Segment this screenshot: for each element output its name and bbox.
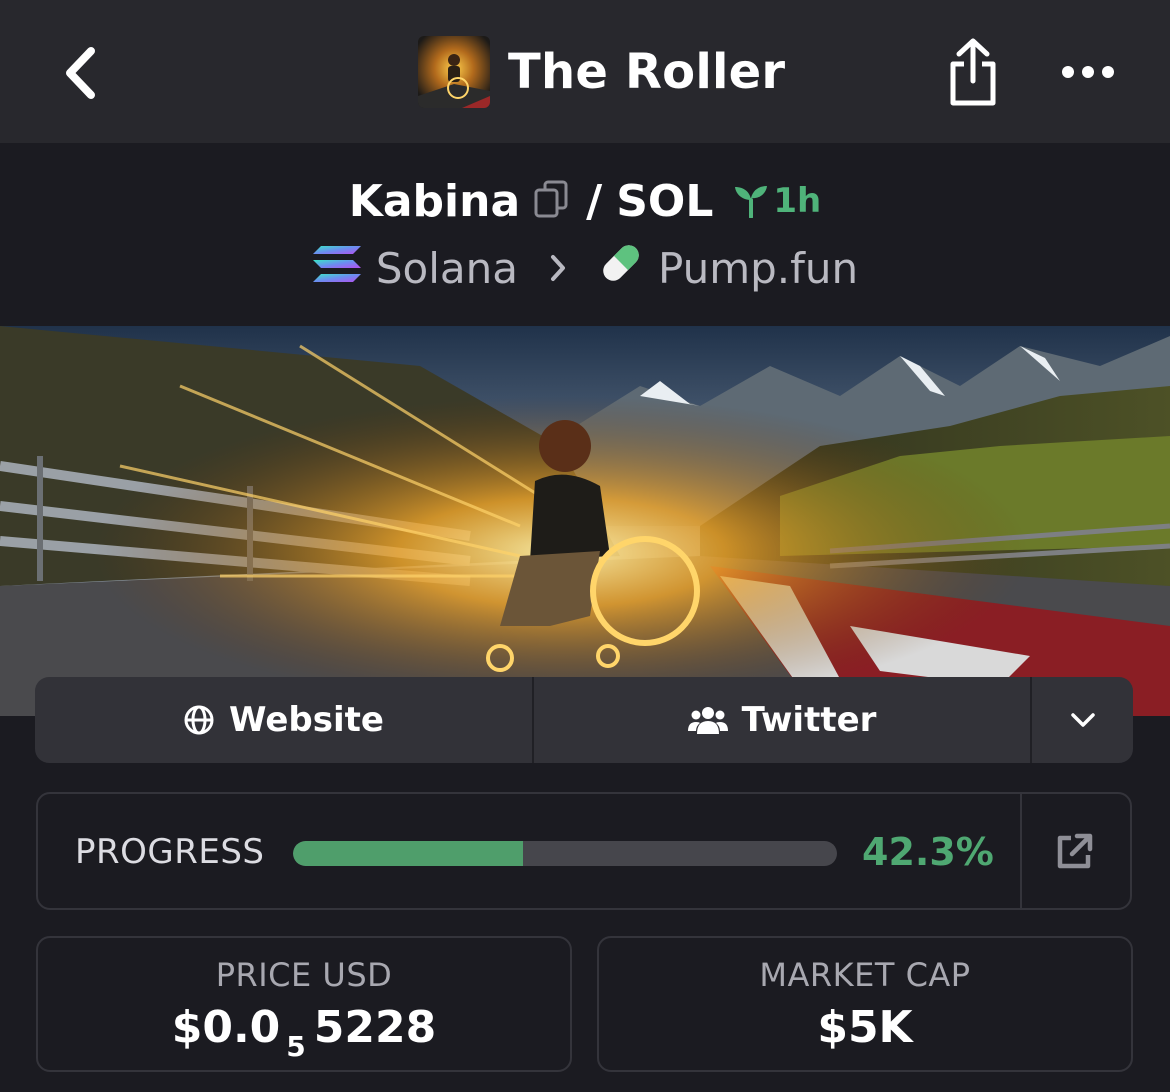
- market-cap-card: MARKET CAP $5K: [597, 936, 1133, 1072]
- more-horizontal-icon: [1062, 66, 1114, 78]
- price-usd-label: PRICE USD: [215, 956, 393, 994]
- page-title: The Roller: [508, 44, 786, 100]
- pill-icon: [598, 240, 644, 296]
- chain-breadcrumb: Solana Pump.fun: [0, 238, 1170, 298]
- pair-separator: /: [586, 175, 603, 227]
- market-cap-value: $5K: [817, 1002, 913, 1053]
- twitter-label: Twitter: [741, 700, 877, 740]
- more-button[interactable]: [1055, 50, 1121, 94]
- chevron-right-icon: [548, 253, 568, 283]
- website-button[interactable]: Website: [35, 677, 534, 763]
- price-usd-value: $0.0 5 5228: [38, 1002, 570, 1063]
- users-icon: [687, 707, 728, 734]
- globe-icon: [184, 705, 214, 735]
- progress-value: 42.3%: [862, 830, 994, 874]
- back-button[interactable]: [50, 36, 110, 110]
- pair-row: Kabina / SOL 1h: [0, 170, 1170, 232]
- twitter-button[interactable]: Twitter: [534, 677, 1032, 763]
- chevron-down-icon: [1070, 713, 1095, 727]
- price-usd-card: PRICE USD $0.0 5 5228: [36, 936, 572, 1072]
- price-zero-count: 5: [286, 1030, 306, 1063]
- progress-bar: [293, 841, 837, 866]
- chain-dex[interactable]: Pump.fun: [658, 244, 858, 293]
- social-links-bar: Website Twitter: [35, 677, 1133, 763]
- website-label: Website: [229, 700, 384, 740]
- pair-quote-token: SOL: [616, 175, 714, 227]
- progress-label: PROGRESS: [75, 832, 265, 872]
- market-cap-label: MARKET CAP: [759, 956, 971, 994]
- divider: [1020, 794, 1022, 908]
- token-banner-image: [0, 326, 1170, 716]
- expand-links-button[interactable]: [1032, 677, 1133, 763]
- pair-base-token: Kabina: [348, 175, 521, 227]
- share-button[interactable]: [940, 34, 1006, 110]
- copy-icon[interactable]: [534, 180, 568, 222]
- open-progress-button[interactable]: [1038, 818, 1110, 886]
- chain-network[interactable]: Solana: [376, 244, 518, 293]
- price-prefix: $0.0: [171, 1002, 281, 1053]
- solana-icon: [312, 244, 362, 293]
- pair-age: 1h: [733, 181, 821, 221]
- top-bar: The Roller: [0, 0, 1170, 143]
- title-group: The Roller: [418, 35, 785, 109]
- seedling-icon: [735, 186, 768, 218]
- price-digits: 5228: [313, 1002, 437, 1053]
- token-avatar: [418, 36, 490, 108]
- chevron-left-icon: [66, 47, 95, 99]
- age-text: 1h: [773, 181, 822, 221]
- external-link-icon: [1057, 833, 1093, 869]
- share-icon: [950, 38, 996, 106]
- progress-card: PROGRESS 42.3%: [36, 792, 1132, 910]
- progress-fill: [293, 841, 524, 866]
